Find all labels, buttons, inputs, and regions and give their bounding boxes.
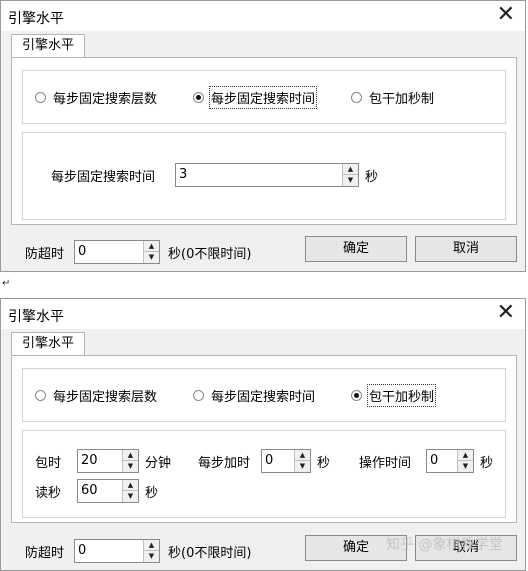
- increment-spinner[interactable]: 0 ▲ ▼: [261, 449, 311, 473]
- radio-circle: [193, 92, 204, 103]
- paragraph-mark: ↵: [2, 278, 11, 289]
- spin-up-icon[interactable]: ▲: [123, 480, 138, 491]
- byoyomi-spinner[interactable]: 60 ▲ ▼: [77, 479, 139, 503]
- spin-up-icon[interactable]: ▲: [144, 540, 159, 551]
- fixed-time-spinner[interactable]: 3 ▲ ▼: [175, 163, 359, 187]
- close-icon[interactable]: ✕: [497, 3, 515, 27]
- timeout-spinner[interactable]: 0 ▲ ▼: [74, 539, 160, 563]
- operation-time-label: 操作时间: [359, 456, 412, 471]
- spin-up-icon[interactable]: ▲: [144, 241, 159, 252]
- settings-group: 每步固定搜索时间 3 ▲ ▼ 秒: [22, 132, 506, 220]
- radio-package-increment[interactable]: 包干加秒制: [351, 384, 437, 407]
- timeout-note: 秒(0不限时间): [168, 247, 252, 262]
- ok-button[interactable]: 确定: [305, 236, 407, 262]
- dialog-title: 引擎水平: [8, 11, 64, 27]
- radio-label: 每步固定搜索层数: [53, 92, 158, 107]
- increment-value[interactable]: 0: [265, 453, 292, 469]
- spin-down-icon[interactable]: ▼: [123, 491, 138, 502]
- watermark: 知乎 @象棋教学堂: [386, 537, 503, 553]
- byoyomi-value[interactable]: 60: [81, 483, 120, 499]
- spin-down-icon[interactable]: ▼: [343, 175, 358, 186]
- package-time-label: 包时: [35, 456, 62, 471]
- radio-label: 每步固定搜索层数: [53, 390, 158, 405]
- increment-label: 每步加时: [198, 456, 251, 471]
- radio-circle: [35, 92, 46, 103]
- title-bar: 引擎水平 ✕: [1, 299, 525, 329]
- timeout-value[interactable]: 0: [78, 244, 141, 260]
- spin-down-icon[interactable]: ▼: [123, 461, 138, 472]
- package-time-unit: 分钟: [145, 456, 172, 471]
- byoyomi-label: 读秒: [35, 486, 62, 501]
- radio-fixed-depth[interactable]: 每步固定搜索层数: [35, 386, 157, 405]
- operation-time-spinner[interactable]: 0 ▲ ▼: [426, 449, 474, 473]
- package-time-spinner[interactable]: 20 ▲ ▼: [77, 449, 139, 473]
- package-time-value[interactable]: 20: [81, 453, 120, 469]
- engine-level-dialog: 引擎水平 ✕ 引擎水平 每步固定搜索层数 每步固定搜索时间 包干加秒制 每步固定…: [0, 0, 526, 272]
- radio-circle: [35, 390, 46, 401]
- spin-up-icon[interactable]: ▲: [295, 450, 310, 461]
- increment-unit: 秒: [317, 456, 331, 471]
- timeout-spinner[interactable]: 0 ▲ ▼: [74, 240, 160, 264]
- byoyomi-unit: 秒: [145, 486, 159, 501]
- spin-up-icon[interactable]: ▲: [343, 164, 358, 175]
- fixed-time-unit: 秒: [365, 170, 379, 185]
- radio-fixed-depth[interactable]: 每步固定搜索层数: [35, 88, 157, 107]
- fixed-time-label: 每步固定搜索时间: [51, 170, 156, 185]
- timeout-note: 秒(0不限时间): [168, 546, 252, 561]
- close-icon[interactable]: ✕: [497, 301, 515, 325]
- radio-package-increment[interactable]: 包干加秒制: [351, 88, 434, 107]
- dialog-title: 引擎水平: [8, 309, 64, 325]
- operation-time-value[interactable]: 0: [430, 453, 455, 469]
- radio-fixed-time[interactable]: 每步固定搜索时间: [193, 86, 318, 109]
- timeout-value[interactable]: 0: [78, 543, 141, 559]
- operation-time-unit: 秒: [480, 456, 494, 471]
- spin-down-icon[interactable]: ▼: [144, 551, 159, 562]
- radio-circle: [351, 390, 362, 401]
- spin-down-icon[interactable]: ▼: [458, 461, 473, 472]
- mode-radio-group: 每步固定搜索层数 每步固定搜索时间 包干加秒制: [22, 368, 506, 422]
- timeout-label: 防超时: [25, 247, 65, 262]
- spin-up-icon[interactable]: ▲: [458, 450, 473, 461]
- timeout-label: 防超时: [25, 546, 65, 561]
- tab-panel: 每步固定搜索层数 每步固定搜索时间 包干加秒制 每步固定搜索时间 3 ▲ ▼ 秒: [11, 57, 517, 225]
- tab-panel: 每步固定搜索层数 每步固定搜索时间 包干加秒制 包时 20 ▲ ▼ 分钟 每步加时…: [11, 355, 517, 523]
- settings-group: 包时 20 ▲ ▼ 分钟 每步加时 0 ▲ ▼ 秒 操作时间 0 ▲ ▼ 秒 读秒 6…: [22, 430, 506, 518]
- radio-circle: [193, 390, 204, 401]
- radio-label: 每步固定搜索时间: [211, 390, 316, 405]
- fixed-time-value[interactable]: 3: [179, 167, 340, 183]
- title-bar: 引擎水平 ✕: [1, 1, 525, 31]
- radio-circle: [351, 92, 362, 103]
- engine-level-dialog: 引擎水平 ✕ 引擎水平 每步固定搜索层数 每步固定搜索时间 包干加秒制 包时 2…: [0, 298, 526, 571]
- tab-engine-level[interactable]: 引擎水平: [11, 332, 86, 356]
- radio-label: 包干加秒制: [369, 92, 435, 107]
- radio-label: 包干加秒制: [366, 384, 437, 407]
- radio-fixed-time[interactable]: 每步固定搜索时间: [193, 386, 315, 405]
- tab-engine-level[interactable]: 引擎水平: [11, 34, 86, 58]
- spin-down-icon[interactable]: ▼: [144, 252, 159, 263]
- radio-label: 每步固定搜索时间: [208, 86, 318, 109]
- cancel-button[interactable]: 取消: [415, 236, 517, 262]
- spin-down-icon[interactable]: ▼: [295, 461, 310, 472]
- mode-radio-group: 每步固定搜索层数 每步固定搜索时间 包干加秒制: [22, 70, 506, 124]
- spin-up-icon[interactable]: ▲: [123, 450, 138, 461]
